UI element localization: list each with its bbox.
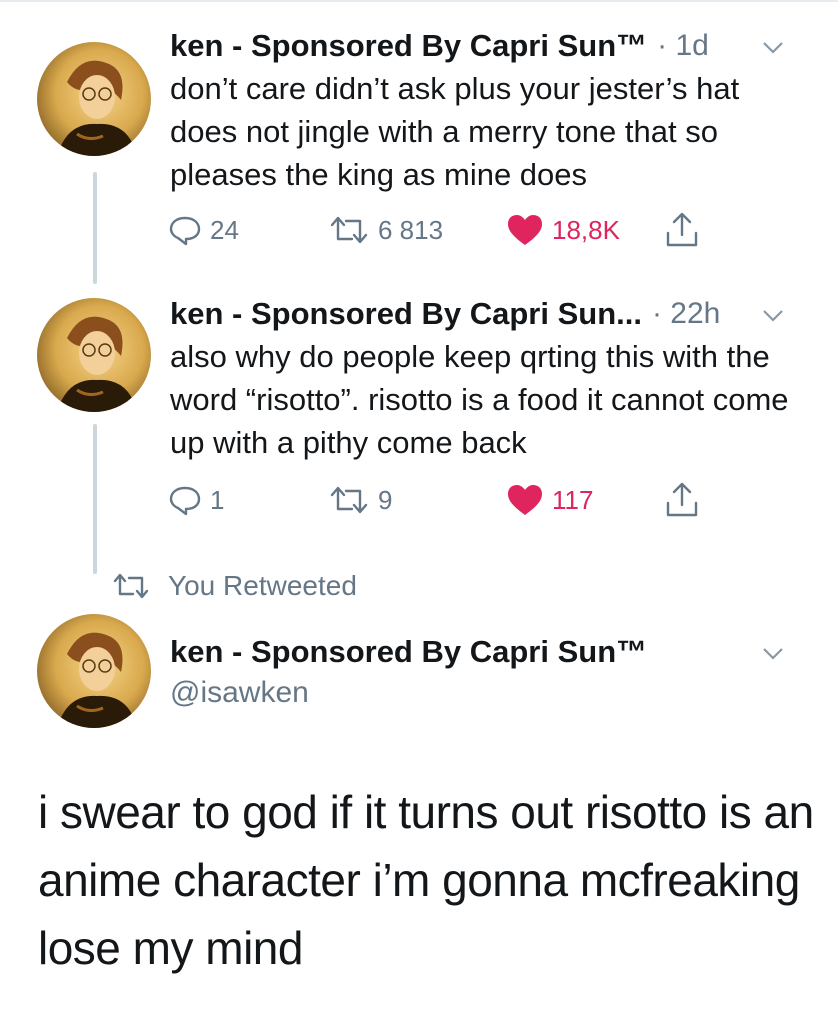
display-name[interactable]: ken - Sponsored By Capri Sun™ bbox=[170, 634, 647, 670]
avatar[interactable] bbox=[37, 614, 151, 728]
main-tweet[interactable]: ken - Sponsored By Capri Sun™ @isawken i… bbox=[0, 0, 838, 1024]
tweet-text: i swear to god if it turns out risotto i… bbox=[38, 786, 814, 974]
user-handle[interactable]: @isawken bbox=[170, 676, 309, 710]
chevron-down-icon[interactable] bbox=[758, 638, 788, 668]
tweet-header: ken - Sponsored By Capri Sun™ bbox=[170, 630, 808, 674]
